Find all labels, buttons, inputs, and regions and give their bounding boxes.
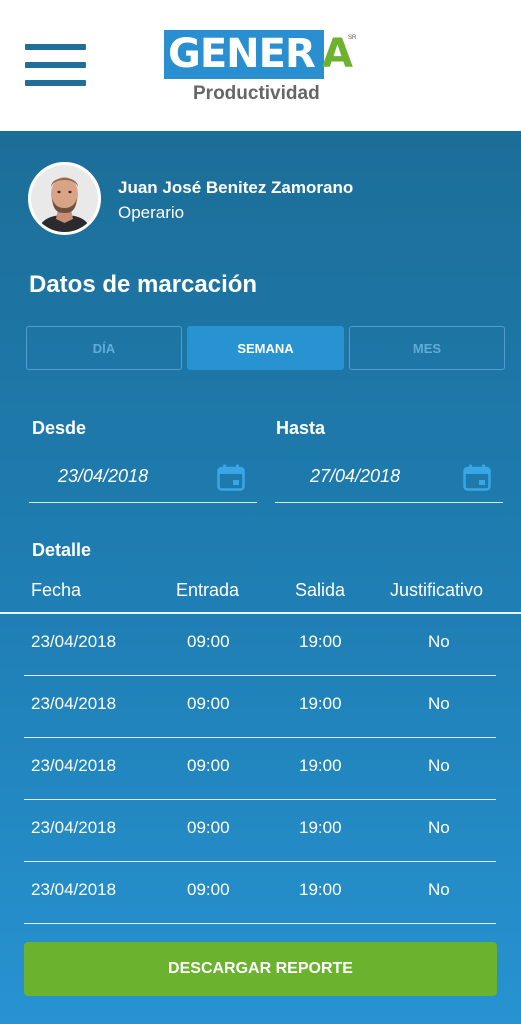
user-name: Juan José Benitez Zamorano	[118, 178, 354, 197]
download-report-button[interactable]: DESCARGAR REPORTE	[24, 942, 497, 996]
cell-salida: 19:00	[299, 756, 342, 775]
cell-salida: 19:00	[299, 818, 342, 837]
tab-dia[interactable]: DÍA	[26, 326, 182, 370]
to-date-value: 27/04/2018	[310, 466, 401, 486]
cell-fecha: 23/04/2018	[31, 632, 117, 651]
calendar-icon[interactable]	[217, 464, 245, 491]
user-role: Operario	[118, 203, 185, 222]
to-date-field[interactable]: 27/04/2018	[275, 453, 503, 503]
column-header-justificativo: Justificativo	[390, 580, 484, 600]
cell-fecha: 23/04/2018	[31, 756, 117, 775]
cell-salida: 19:00	[299, 632, 342, 651]
main-content: Juan José Benitez Zamorano Operario Dato…	[0, 131, 521, 1024]
logo-subtitle: Productividad	[193, 83, 320, 104]
hamburger-menu-icon[interactable]	[25, 44, 86, 86]
column-header-entrada: Entrada	[176, 580, 240, 600]
cell-justificativo: No	[428, 694, 450, 713]
cell-fecha: 23/04/2018	[31, 818, 117, 837]
cell-entrada: 09:00	[187, 880, 230, 899]
cell-justificativo: No	[428, 632, 450, 651]
cell-entrada: 09:00	[187, 694, 230, 713]
table-row: 23/04/2018 09:00 19:00 No	[24, 614, 496, 676]
detail-title: Detalle	[32, 540, 92, 560]
table-header: Fecha Entrada Salida Justificativo	[0, 578, 521, 614]
column-header-fecha: Fecha	[31, 580, 82, 600]
to-label: Hasta	[276, 418, 326, 438]
logo-trademark: SR	[348, 35, 357, 41]
section-title: Datos de marcación	[29, 271, 258, 298]
cell-fecha: 23/04/2018	[31, 880, 117, 899]
logo-text: GENER	[168, 31, 316, 77]
tab-mes[interactable]: MES	[349, 326, 505, 370]
table-row: 23/04/2018 09:00 19:00 No	[24, 676, 496, 738]
cell-entrada: 09:00	[187, 632, 230, 651]
table-row: 23/04/2018 09:00 19:00 No	[24, 800, 496, 862]
column-header-salida: Salida	[295, 580, 346, 600]
cell-justificativo: No	[428, 756, 450, 775]
genera-logo: GENER A SR Productividad	[164, 27, 364, 107]
cell-salida: 19:00	[299, 694, 342, 713]
calendar-icon[interactable]	[463, 464, 491, 491]
cell-justificativo: No	[428, 818, 450, 837]
tab-semana[interactable]: SEMANA	[187, 326, 344, 370]
cell-fecha: 23/04/2018	[31, 694, 117, 713]
cell-entrada: 09:00	[187, 756, 230, 775]
cell-salida: 19:00	[299, 880, 342, 899]
from-date-value: 23/04/2018	[58, 466, 149, 486]
cell-justificativo: No	[428, 880, 450, 899]
avatar	[28, 162, 101, 235]
from-label: Desde	[32, 418, 87, 438]
table-row: 23/04/2018 09:00 19:00 No	[24, 862, 496, 924]
from-date-field[interactable]: 23/04/2018	[29, 453, 257, 503]
cell-entrada: 09:00	[187, 818, 230, 837]
app-header: GENER A SR Productividad	[0, 0, 521, 131]
table-row: 23/04/2018 09:00 19:00 No	[24, 738, 496, 800]
